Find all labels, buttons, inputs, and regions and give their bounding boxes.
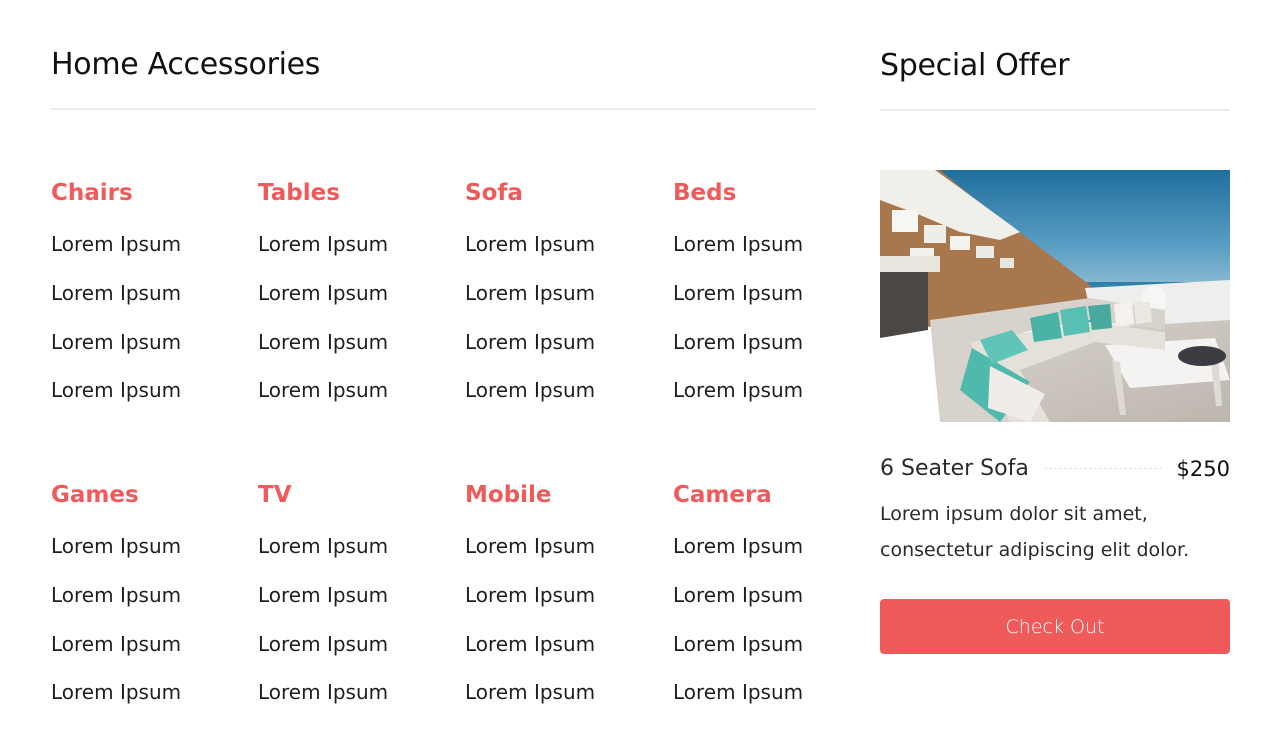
category-heading[interactable]: Sofa — [465, 176, 523, 210]
category-link[interactable]: Lorem Ipsum — [258, 276, 388, 325]
section-divider — [51, 108, 816, 110]
category-link-list: Lorem Ipsum Lorem Ipsum Lorem Ipsum Lore… — [673, 227, 803, 422]
category-link[interactable]: Lorem Ipsum — [51, 276, 181, 325]
category-link[interactable]: Lorem Ipsum — [258, 578, 388, 627]
category-link[interactable]: Lorem Ipsum — [673, 627, 803, 676]
category-heading[interactable]: Games — [51, 478, 139, 512]
category-link[interactable]: Lorem Ipsum — [51, 675, 181, 724]
category-link[interactable]: Lorem Ipsum — [258, 529, 388, 578]
category-link-list: Lorem Ipsum Lorem Ipsum Lorem Ipsum Lore… — [465, 227, 595, 422]
sofa-terrace-photo — [880, 170, 1230, 422]
category-row: Chairs Lorem Ipsum Lorem Ipsum Lorem Ips… — [51, 176, 816, 426]
category-row: Games Lorem Ipsum Lorem Ipsum Lorem Ipsu… — [51, 478, 816, 728]
category-link[interactable]: Lorem Ipsum — [51, 373, 181, 422]
category-link[interactable]: Lorem Ipsum — [673, 578, 803, 627]
dotted-leader — [1044, 468, 1162, 469]
mega-menu-panel: Home Accessories Chairs Lorem Ipsum Lore… — [0, 0, 1280, 752]
section-divider — [880, 109, 1230, 111]
category-link[interactable]: Lorem Ipsum — [465, 578, 595, 627]
category-link[interactable]: Lorem Ipsum — [673, 325, 803, 374]
category-link[interactable]: Lorem Ipsum — [673, 529, 803, 578]
product-info-row: 6 Seater Sofa $250 — [880, 452, 1230, 486]
category-link[interactable]: Lorem Ipsum — [465, 373, 595, 422]
category-link[interactable]: Lorem Ipsum — [465, 675, 595, 724]
home-accessories-title: Home Accessories — [51, 47, 321, 82]
category-heading[interactable]: Tables — [258, 176, 340, 210]
category-link[interactable]: Lorem Ipsum — [51, 578, 181, 627]
category-link[interactable]: Lorem Ipsum — [465, 227, 595, 276]
category-link-list: Lorem Ipsum Lorem Ipsum Lorem Ipsum Lore… — [51, 529, 181, 724]
category-link[interactable]: Lorem Ipsum — [673, 227, 803, 276]
category-link[interactable]: Lorem Ipsum — [673, 675, 803, 724]
category-link[interactable]: Lorem Ipsum — [465, 325, 595, 374]
check-out-button[interactable]: Check Out — [880, 599, 1230, 654]
product-price: $250 — [1176, 457, 1230, 481]
category-heading[interactable]: Beds — [673, 176, 736, 210]
category-link-list: Lorem Ipsum Lorem Ipsum Lorem Ipsum Lore… — [258, 227, 388, 422]
category-link[interactable]: Lorem Ipsum — [673, 373, 803, 422]
category-link[interactable]: Lorem Ipsum — [51, 227, 181, 276]
category-link-list: Lorem Ipsum Lorem Ipsum Lorem Ipsum Lore… — [673, 529, 803, 724]
category-link[interactable]: Lorem Ipsum — [258, 373, 388, 422]
category-link[interactable]: Lorem Ipsum — [51, 325, 181, 374]
category-link[interactable]: Lorem Ipsum — [258, 627, 388, 676]
category-link[interactable]: Lorem Ipsum — [465, 529, 595, 578]
category-heading[interactable]: TV — [258, 478, 292, 512]
category-link-list: Lorem Ipsum Lorem Ipsum Lorem Ipsum Lore… — [51, 227, 181, 422]
category-link[interactable]: Lorem Ipsum — [465, 627, 595, 676]
category-heading[interactable]: Camera — [673, 478, 772, 512]
product-description: Lorem ipsum dolor sit amet, consectetur … — [880, 503, 1190, 561]
category-link[interactable]: Lorem Ipsum — [258, 227, 388, 276]
category-link-list: Lorem Ipsum Lorem Ipsum Lorem Ipsum Lore… — [258, 529, 388, 724]
category-link[interactable]: Lorem Ipsum — [465, 276, 595, 325]
product-image[interactable] — [880, 170, 1230, 422]
special-offer-title: Special Offer — [880, 48, 1070, 83]
category-link-list: Lorem Ipsum Lorem Ipsum Lorem Ipsum Lore… — [465, 529, 595, 724]
category-heading[interactable]: Mobile — [465, 478, 552, 512]
category-link[interactable]: Lorem Ipsum — [673, 276, 803, 325]
category-heading[interactable]: Chairs — [51, 176, 133, 210]
product-name[interactable]: 6 Seater Sofa — [880, 452, 1029, 486]
category-link[interactable]: Lorem Ipsum — [51, 627, 181, 676]
category-link[interactable]: Lorem Ipsum — [258, 325, 388, 374]
category-link[interactable]: Lorem Ipsum — [258, 675, 388, 724]
category-link[interactable]: Lorem Ipsum — [51, 529, 181, 578]
